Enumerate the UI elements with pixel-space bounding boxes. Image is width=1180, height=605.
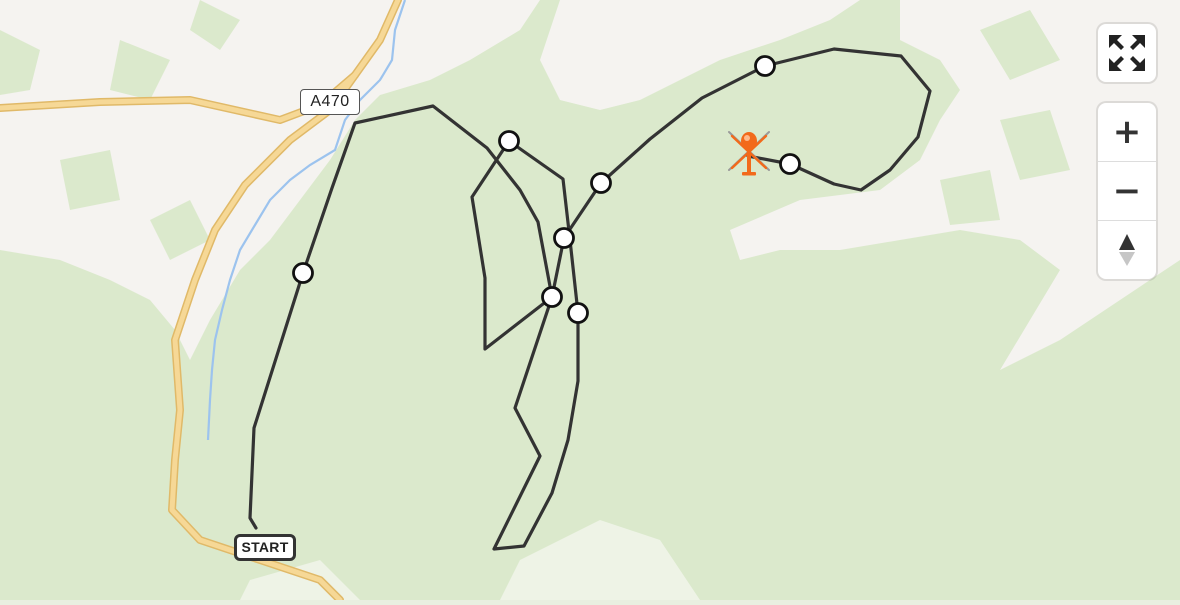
fullscreen-button[interactable] xyxy=(1098,24,1156,82)
waypoint-icon[interactable] xyxy=(754,55,776,77)
zoom-control: + − xyxy=(1098,103,1156,279)
zoom-in-button[interactable]: + xyxy=(1098,103,1156,161)
waypoint-icon[interactable] xyxy=(567,302,589,324)
waypoint-icon[interactable] xyxy=(292,262,314,284)
waypoint-icon[interactable] xyxy=(590,172,612,194)
compass-icon xyxy=(1119,234,1135,266)
road-label-a470: A470 xyxy=(300,89,360,115)
compass-button[interactable] xyxy=(1098,220,1156,279)
waypoint-icon[interactable] xyxy=(498,130,520,152)
fullscreen-icon xyxy=(1109,35,1145,71)
start-label: START xyxy=(234,534,296,561)
plus-icon: + xyxy=(1112,112,1142,152)
map-canvas[interactable]: A470 START xyxy=(0,0,1180,604)
waypoint-icon[interactable] xyxy=(779,153,801,175)
waypoint-icon[interactable] xyxy=(541,286,563,308)
fullscreen-control xyxy=(1098,24,1156,82)
waypoint-icon[interactable] xyxy=(553,227,575,249)
minus-icon: − xyxy=(1112,171,1142,211)
map-layer xyxy=(0,0,1180,604)
zoom-out-button[interactable]: − xyxy=(1098,161,1156,220)
